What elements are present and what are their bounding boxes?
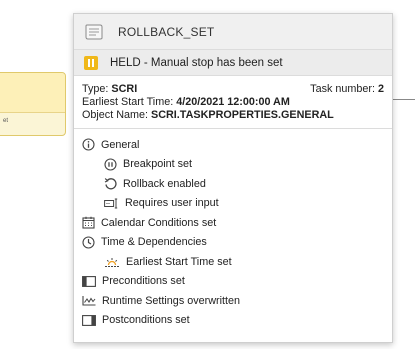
workflow-connector-line <box>392 99 415 100</box>
detail-label: Rollback enabled <box>123 177 206 190</box>
postconditions-icon <box>82 314 96 326</box>
detail-label: Requires user input <box>125 197 219 210</box>
detail-label: Calendar Conditions set <box>101 216 217 229</box>
detail-breakpoint: Breakpoint set <box>82 155 384 175</box>
detail-calendar: Calendar Conditions set <box>82 213 384 233</box>
detail-label: Time & Dependencies <box>101 236 207 249</box>
start-time-line: Earliest Start Time: 4/20/2021 12:00:00 … <box>82 96 384 109</box>
type-value: SCRI <box>111 83 138 95</box>
task-number-label: Task number: <box>310 83 375 95</box>
detail-postconditions: Postconditions set <box>82 311 384 331</box>
detail-general: General <box>82 135 384 155</box>
detail-time-dependencies: Time & Dependencies <box>82 233 384 253</box>
sunrise-icon <box>105 257 119 267</box>
type-label: Type: <box>82 83 109 95</box>
rollback-icon <box>104 178 117 190</box>
workflow-node[interactable]: et <box>0 72 66 136</box>
task-title: ROLLBACK_SET <box>118 24 215 39</box>
object-name-line: Object Name: SCRI.TASKPROPERTIES.GENERAL <box>82 109 384 122</box>
workflow-node-label: et <box>3 118 9 124</box>
task-info: Type: SCRI Task number: 2 Earliest Start… <box>74 76 392 129</box>
detail-runtime-settings: Runtime Settings overwritten <box>82 291 384 311</box>
detail-earliest-start: Earliest Start Time set <box>82 252 384 272</box>
detail-label: Runtime Settings overwritten <box>102 294 241 307</box>
detail-user-input: Requires user input <box>82 194 384 214</box>
start-time-label: Earliest Start Time: <box>82 96 174 108</box>
preconditions-icon <box>82 275 96 287</box>
user-input-icon <box>104 198 118 209</box>
calendar-icon <box>82 217 95 229</box>
breakpoint-icon <box>104 158 117 171</box>
tooltip-header: ROLLBACK_SET <box>74 14 392 50</box>
status-row: HELD - Manual stop has been set <box>74 50 392 76</box>
detail-rollback: Rollback enabled <box>82 174 384 194</box>
pause-icon <box>84 55 98 70</box>
object-name-value: SCRI.TASKPROPERTIES.GENERAL <box>151 109 334 121</box>
detail-label: General <box>101 138 140 151</box>
clock-icon <box>82 236 95 249</box>
type-line: Type: SCRI Task number: 2 <box>82 83 384 96</box>
detail-label: Postconditions set <box>102 314 190 327</box>
status-text: HELD - Manual stop has been set <box>110 56 283 69</box>
object-name-label: Object Name: <box>82 109 149 121</box>
task-tooltip-card: ROLLBACK_SET HELD - Manual stop has been… <box>73 13 393 343</box>
detail-label: Earliest Start Time set <box>126 255 232 268</box>
task-number-value: 2 <box>377 83 384 95</box>
detail-label: Preconditions set <box>102 275 185 288</box>
info-icon <box>82 138 95 151</box>
start-time-value: 4/20/2021 12:00:00 AM <box>176 96 290 108</box>
script-job-icon <box>85 24 103 39</box>
details-list: General Breakpoint set Rollback enabled … <box>74 129 392 336</box>
runtime-chart-icon <box>82 296 96 306</box>
detail-label: Breakpoint set <box>123 158 193 171</box>
workflow-node-header <box>0 73 65 113</box>
detail-preconditions: Preconditions set <box>82 272 384 292</box>
